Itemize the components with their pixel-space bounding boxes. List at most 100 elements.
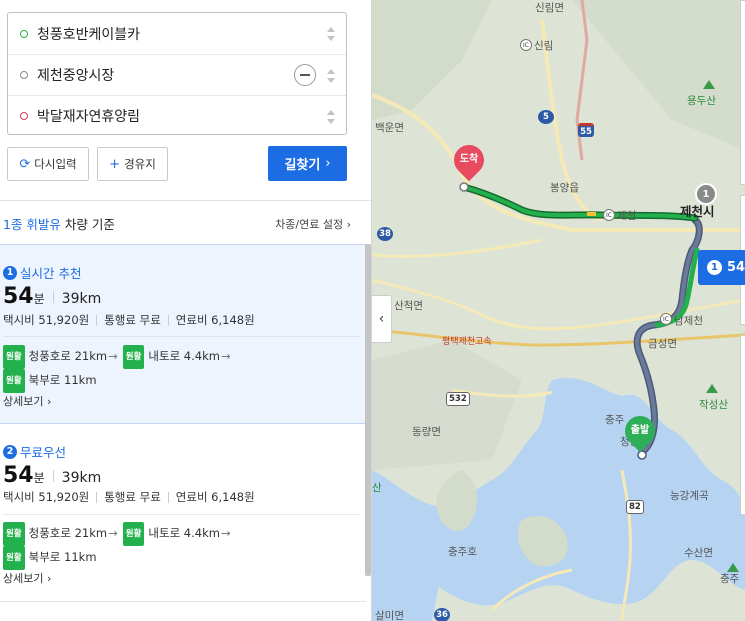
chevron-right-icon: › xyxy=(325,156,331,171)
plus-icon: + xyxy=(109,156,121,172)
road-segments: 원활 청풍호로 21km→ 원활 내토로 4.4km→ 원활 북부로 11km xyxy=(3,522,293,570)
duration-unit: 분 xyxy=(33,292,45,306)
route-result-1[interactable]: 1 실시간 추천 54 분 39km 택시비 51,920원 통행료 무료 연료… xyxy=(0,244,366,424)
start-pin[interactable]: 출발 xyxy=(618,409,662,456)
destination-dot-icon xyxy=(20,112,28,120)
map-view[interactable]: 신림면 신림 용두산 백운면 봉양읍 제천 제천시 산척면 남제천 금성면 평택… xyxy=(372,0,745,621)
arrow-right-icon: → xyxy=(108,526,118,540)
map-label: 제천 xyxy=(617,210,637,222)
reset-button[interactable]: ⟳ 다시입력 xyxy=(7,147,89,181)
road-segment: 내토로 4.4km xyxy=(148,526,220,540)
interchange-icon: IC xyxy=(603,209,615,221)
destination-input[interactable]: 박달재자연휴양림 xyxy=(37,106,140,126)
waypoint-input[interactable]: 제천중앙시장 xyxy=(37,65,114,85)
reset-label: 다시입력 xyxy=(34,157,77,171)
result-title: 2 무료우선 xyxy=(3,442,66,461)
taxi-fare: 택시비 51,920원 xyxy=(3,490,90,504)
separator xyxy=(167,491,169,503)
arrow-right-icon: → xyxy=(108,349,118,363)
mountain-icon xyxy=(706,384,718,393)
duration-unit: 분 xyxy=(33,471,45,485)
duration-value: 54 xyxy=(3,284,34,309)
separator xyxy=(52,470,54,482)
result-title-label: 실시간 추천 xyxy=(20,266,82,281)
map-label: 동량면 xyxy=(412,426,441,438)
start-field[interactable]: 청풍호반케이블카 xyxy=(8,13,346,54)
route-result-2[interactable]: 2 무료우선 54 분 39km 택시비 51,920원 통행료 무료 연료비 … xyxy=(0,430,366,602)
divider xyxy=(3,514,360,515)
chevron-left-icon: ‹ xyxy=(378,311,385,327)
traffic-status-badge: 원활 xyxy=(3,345,25,369)
mountain-icon xyxy=(727,563,739,572)
waypoint-marker[interactable]: 1 xyxy=(695,183,717,205)
detail-label: 상세보기 xyxy=(3,395,44,408)
arrow-right-icon: → xyxy=(220,349,231,363)
result-summary: 54 분 39km xyxy=(3,463,101,488)
arrow-right-icon: → xyxy=(220,526,231,540)
map-control-bar[interactable] xyxy=(740,0,745,185)
start-input[interactable]: 청풍호반케이블카 xyxy=(37,24,140,44)
road-segment: 북부로 11km xyxy=(28,373,97,387)
chevron-right-icon: › xyxy=(346,218,351,231)
start-pin-label: 출발 xyxy=(630,425,650,436)
cost-info: 택시비 51,920원 통행료 무료 연료비 6,148원 xyxy=(3,312,255,328)
map-label: 산척면 xyxy=(394,300,423,312)
drag-handle-icon[interactable] xyxy=(327,27,335,41)
toll-fee: 통행료 무료 xyxy=(104,490,161,504)
detail-link[interactable]: 상세보기 › xyxy=(3,393,51,409)
map-label: 충주 xyxy=(720,573,740,585)
road-segment: 청풍호로 21km xyxy=(28,526,108,540)
map-label: 남제천 xyxy=(674,315,703,327)
road-shield: 532 xyxy=(446,392,470,406)
route-badge-time: 54 xyxy=(727,260,745,275)
search-route-button[interactable]: 길찾기 › xyxy=(268,146,347,181)
vehicle-class: 1종 휘발유 xyxy=(3,217,61,232)
drag-handle-icon[interactable] xyxy=(327,110,335,124)
fuel-cost: 연료비 6,148원 xyxy=(175,313,255,327)
result-title: 1 실시간 추천 xyxy=(3,263,81,282)
road-shield: 5 xyxy=(538,110,554,124)
toll-fee: 통행료 무료 xyxy=(104,313,161,327)
refresh-icon: ⟳ xyxy=(19,156,31,172)
search-route-label: 길찾기 xyxy=(284,158,321,173)
results-scrollbar[interactable] xyxy=(365,244,371,576)
traffic-status-badge: 원활 xyxy=(3,369,25,393)
result-title-label: 무료우선 xyxy=(20,445,67,460)
detail-label: 상세보기 xyxy=(3,572,44,585)
route-badge-number: 1 xyxy=(707,260,722,275)
vehicle-settings-label: 차종/연료 설정 xyxy=(275,218,344,231)
map-control-bar[interactable] xyxy=(740,335,745,515)
interchange-icon: IC xyxy=(520,39,532,51)
duration-value: 54 xyxy=(3,463,34,488)
drag-handle-icon[interactable] xyxy=(327,69,335,83)
map-label: 충주호 xyxy=(448,546,477,558)
separator xyxy=(52,291,54,303)
traffic-status-badge: 원활 xyxy=(122,345,145,369)
divider xyxy=(0,200,371,201)
map-label: 금성면 xyxy=(648,338,677,350)
traffic-status-badge: 원활 xyxy=(122,522,145,546)
destination-field[interactable]: 박달재자연휴양림 xyxy=(8,95,346,136)
map-label: 신림 xyxy=(534,40,554,52)
route-badge[interactable]: 1 54 xyxy=(698,250,745,285)
waypoint-field[interactable]: 제천중앙시장 xyxy=(8,54,346,95)
traffic-status-badge: 원활 xyxy=(3,522,25,546)
map-label: 살미면 xyxy=(375,610,404,621)
result-number-badge: 2 xyxy=(3,444,17,459)
vehicle-settings-link[interactable]: 차종/연료 설정 › xyxy=(275,216,351,232)
map-label: 산 xyxy=(372,482,382,494)
destination-pin[interactable]: 도착 xyxy=(447,138,491,185)
collapse-panel-button[interactable]: ‹ xyxy=(372,295,392,343)
mountain-icon xyxy=(703,80,715,89)
separator xyxy=(96,314,98,326)
result-summary: 54 분 39km xyxy=(3,284,101,309)
result-number-badge: 1 xyxy=(3,265,17,280)
cost-info: 택시비 51,920원 통행료 무료 연료비 6,148원 xyxy=(3,489,255,505)
detail-link[interactable]: 상세보기 › xyxy=(3,570,51,586)
map-label: 작성산 xyxy=(699,399,728,411)
map-label: 백운면 xyxy=(375,122,404,134)
remove-waypoint-button[interactable] xyxy=(294,64,316,86)
road-segment: 북부로 11km xyxy=(28,550,97,564)
map-label: 충주 xyxy=(605,414,625,426)
add-waypoint-button[interactable]: + 경유지 xyxy=(97,147,168,181)
